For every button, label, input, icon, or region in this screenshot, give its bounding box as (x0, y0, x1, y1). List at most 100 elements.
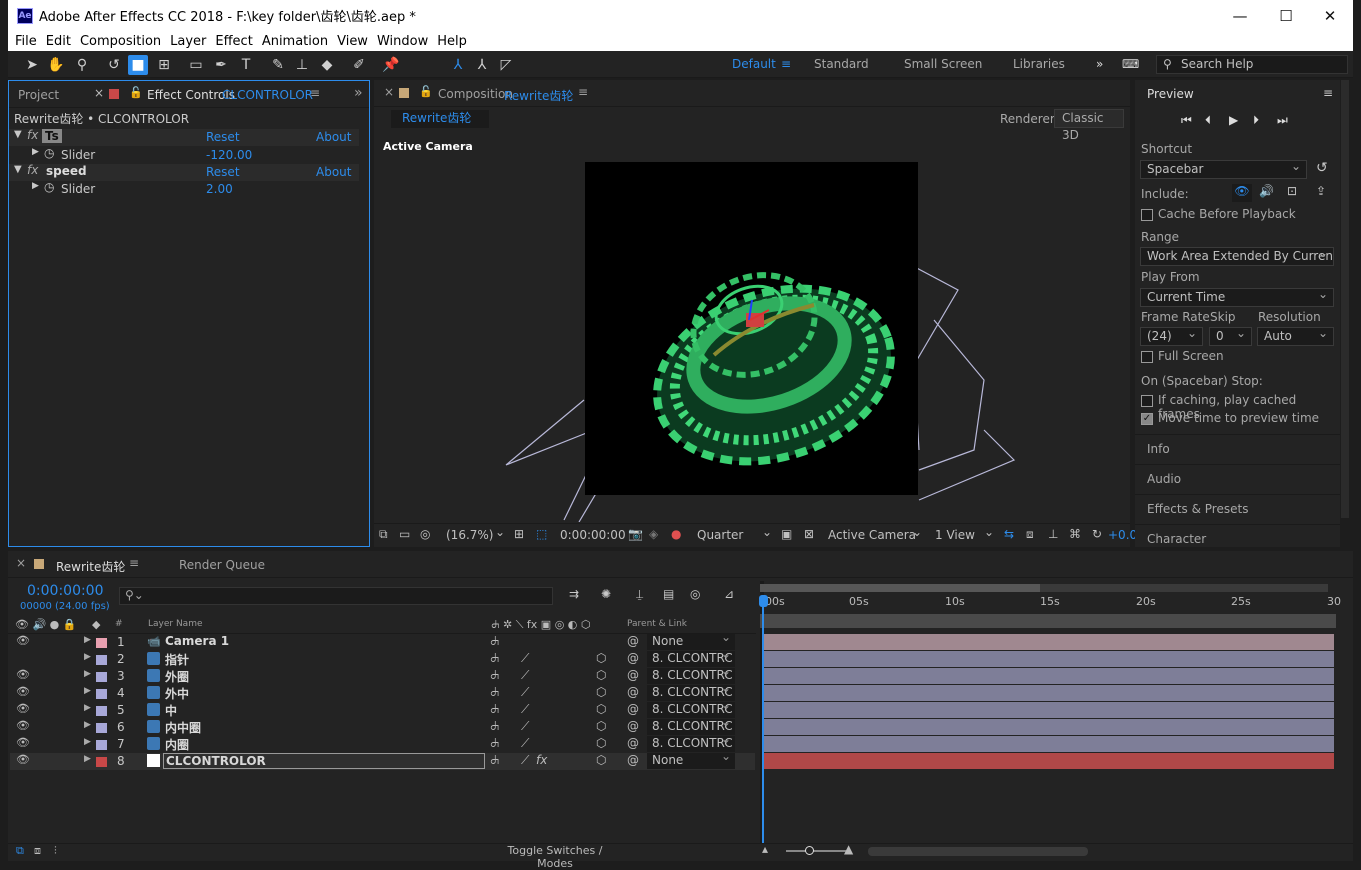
layer-switches-icon[interactable]: ⧉ (16, 844, 24, 858)
collapse-switch-icon[interactable]: ⟋ (521, 651, 529, 666)
layer-name[interactable]: Camera 1 (165, 634, 229, 648)
search-help-input[interactable]: ⚲ Search Help (1156, 55, 1348, 74)
pen-tool-icon[interactable]: ✒ (211, 55, 231, 75)
work-area-bar[interactable] (760, 614, 1336, 628)
layer-name[interactable]: 指针 (165, 651, 189, 668)
renderer-dropdown[interactable]: Classic 3D (1054, 109, 1124, 142)
tab-composition-name[interactable]: Rewrite齿轮 (504, 87, 573, 104)
tab-project[interactable]: Project (18, 88, 59, 102)
time-navigator-handle[interactable] (760, 584, 1040, 592)
collapse-switch-icon[interactable]: ⟋ (521, 736, 529, 751)
layer-row[interactable]: 👁 ▶ 3 外圈 ꕈ ⟋ ⬡ @ 8. CLCONTRC (10, 664, 755, 685)
pick-whip-icon[interactable]: @ (627, 719, 639, 733)
timeline-timecode[interactable]: 0:00:00:00 (27, 583, 104, 599)
zoom-out-icon[interactable]: ▴ (762, 842, 768, 856)
zoom-dropdown[interactable]: (16.7%) (446, 528, 493, 542)
layer-row[interactable]: 👁 ▶ 1 📹 Camera 1 ꕈ @ None (10, 630, 755, 651)
pick-whip-icon[interactable]: @ (627, 702, 639, 716)
network-icon[interactable]: ⌘ (1069, 527, 1081, 541)
resolution-dropdown[interactable]: Quarter (697, 528, 743, 542)
pick-whip-icon[interactable]: @ (627, 736, 639, 750)
parent-dropdown[interactable]: None (647, 749, 735, 769)
menu-file[interactable]: File (15, 34, 37, 49)
expand-triangle-icon[interactable]: ▶ (84, 720, 91, 730)
current-time-indicator-head[interactable] (759, 595, 768, 607)
camera-tool-icon[interactable]: ■ (128, 55, 148, 75)
move-time-checkbox[interactable]: ✓ (1141, 413, 1153, 425)
full-screen-checkbox[interactable] (1141, 351, 1153, 363)
view-layout-dropdown[interactable]: 1 View (935, 528, 975, 542)
layer-name[interactable]: 外中 (165, 685, 189, 702)
collapse-switch-icon[interactable]: ⟋ (521, 753, 529, 768)
layer-search-input[interactable]: ⚲⌄ (119, 587, 553, 605)
workspace-default[interactable]: Default (732, 57, 776, 71)
time-ruler[interactable]: 00s 05s 10s 15s 20s 25s 30 (760, 595, 1341, 611)
menu-window[interactable]: Window (377, 34, 428, 49)
layer-row[interactable]: 👁 ▶ 4 外中 ꕈ ⟋ ⬡ @ 8. CLCONTRC (10, 681, 755, 702)
close-tab-icon[interactable]: × (384, 85, 394, 99)
channel-icon[interactable]: ● (671, 527, 681, 541)
expand-triangle-icon[interactable]: ▶ (84, 754, 91, 764)
last-frame-icon[interactable]: ⏭ (1277, 113, 1288, 128)
pick-whip-icon[interactable]: @ (627, 753, 639, 767)
layer-label-color[interactable] (96, 723, 107, 733)
play-from-dropdown[interactable]: Current Time (1140, 286, 1334, 307)
visibility-icon[interactable]: 👁 (16, 702, 30, 715)
zoom-slider-thumb[interactable] (805, 846, 814, 855)
comp-mini-flowchart-icon[interactable]: ⇉ (569, 587, 579, 601)
eraser-tool-icon[interactable]: ◆ (317, 55, 337, 75)
include-audio-icon[interactable]: 🔊 (1259, 184, 1274, 198)
reset-exposure-icon[interactable]: ↻ (1092, 527, 1102, 541)
workspace-libraries[interactable]: Libraries (1013, 57, 1065, 71)
shy-switch-icon[interactable]: ꕈ (490, 634, 499, 649)
graph-editor-icon[interactable]: ⊿ (724, 587, 734, 601)
display-icon[interactable]: ▭ (399, 527, 410, 541)
param-value[interactable]: -120.00 (206, 148, 252, 162)
play-icon[interactable]: ▶ (1229, 113, 1238, 127)
layer-row[interactable]: 👁 ▶ 6 内中圈 ꕈ ⟋ ⬡ @ 8. CLCONTRC (10, 715, 755, 736)
expand-triangle-icon[interactable]: ▼ (14, 164, 22, 175)
layer-name-column[interactable]: Layer Name (148, 619, 203, 629)
panel-menu-icon[interactable]: ≡ (578, 85, 588, 99)
audio-panel-header[interactable]: Audio (1135, 464, 1340, 493)
layer-duration-bar[interactable] (764, 634, 1334, 650)
selection-tool-icon[interactable]: ➤ (22, 55, 42, 75)
effect-row-ts[interactable]: ▼ fx Ts Reset About (9, 128, 359, 146)
visibility-icon[interactable]: 👁 (16, 719, 30, 732)
zoom-slider-track[interactable] (786, 850, 846, 852)
zoom-in-icon[interactable]: ▲ (844, 842, 853, 856)
maximize-button[interactable]: ☐ (1263, 0, 1309, 31)
reset-shortcut-icon[interactable]: ↺ (1316, 160, 1328, 176)
if-caching-checkbox[interactable] (1141, 395, 1153, 407)
transparency-grid-icon[interactable]: ⊠ (804, 527, 814, 541)
layer-duration-bar[interactable] (764, 651, 1334, 667)
lock-icon[interactable]: 🔓 (419, 85, 433, 98)
visibility-icon[interactable]: 👁 (16, 634, 30, 647)
expand-triangle-icon[interactable]: ▶ (84, 652, 91, 662)
expand-triangle-icon[interactable]: ▶ (84, 635, 91, 645)
include-video-icon[interactable]: 👁 (1232, 184, 1252, 202)
brush-tool-icon[interactable]: ✎ (268, 55, 288, 75)
fast-previews-icon[interactable]: ▣ (781, 527, 792, 541)
workspace-settings-icon[interactable]: ⌨ (1122, 57, 1139, 71)
toggle-pixel-aspect-icon[interactable]: ⇆ (1004, 527, 1014, 541)
tab-composition[interactable]: Composition (438, 87, 513, 101)
effect-row-speed[interactable]: ▼ fx speed Reset About (9, 163, 359, 181)
layer-row[interactable]: 👁 ▶ 5 中 ꕈ ⟋ ⬡ @ 8. CLCONTRC (10, 698, 755, 719)
menu-effect[interactable]: Effect (215, 34, 252, 49)
transfer-controls-icon[interactable]: ⧈ (34, 844, 41, 858)
menu-help[interactable]: Help (437, 34, 467, 49)
layer-label-color[interactable] (96, 672, 107, 682)
shy-switch-icon[interactable]: ꕈ (490, 753, 499, 768)
expand-triangle-icon[interactable]: ▶ (84, 703, 91, 713)
layer-duration-bar[interactable] (764, 685, 1334, 701)
comp-timecode[interactable]: 0:00:00:00 (560, 528, 626, 542)
menu-composition[interactable]: Composition (80, 34, 161, 49)
about-button[interactable]: About (316, 165, 351, 179)
layer-duration-bar[interactable] (764, 668, 1334, 684)
include-overlays-icon[interactable]: ⊡ (1287, 184, 1297, 198)
layer-name[interactable]: 内圈 (165, 736, 189, 753)
shy-switch-icon[interactable]: ꕈ (490, 702, 499, 717)
roto-brush-tool-icon[interactable]: ✐ (349, 55, 369, 75)
layer-duration-bar[interactable] (764, 719, 1334, 735)
